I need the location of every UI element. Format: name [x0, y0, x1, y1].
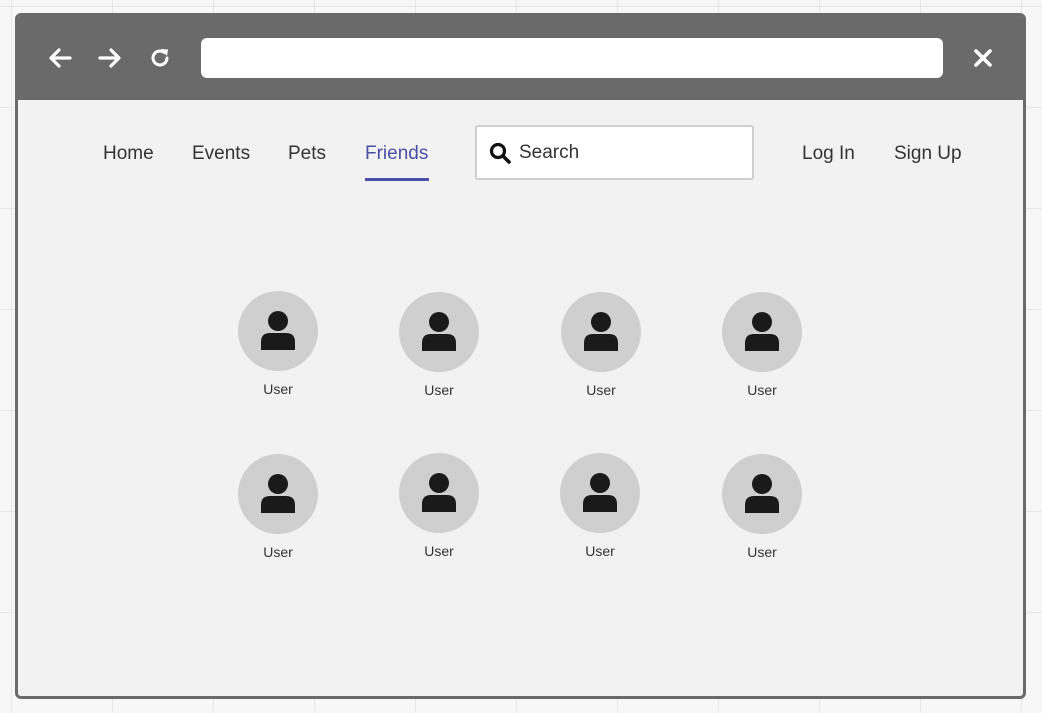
avatar — [561, 292, 641, 372]
arrow-left-icon — [49, 48, 72, 68]
avatar — [238, 291, 318, 371]
user-card[interactable]: User — [218, 454, 338, 574]
signup-link[interactable]: Sign Up — [894, 143, 962, 165]
user-card[interactable]: User — [702, 454, 822, 574]
user-label: User — [747, 382, 777, 398]
user-icon — [745, 474, 779, 513]
close-button[interactable] — [968, 43, 998, 73]
user-label: User — [424, 382, 454, 398]
user-icon — [261, 311, 295, 350]
search-input[interactable] — [519, 136, 739, 170]
user-card[interactable]: User — [541, 292, 661, 412]
reload-icon — [151, 49, 169, 67]
active-tab-indicator — [365, 178, 429, 181]
user-card[interactable]: User — [702, 292, 822, 412]
close-icon — [974, 49, 992, 67]
user-label: User — [263, 381, 293, 397]
nav-friends[interactable]: Friends — [365, 143, 428, 165]
avatar — [560, 453, 640, 533]
search-box[interactable] — [475, 125, 754, 180]
address-bar[interactable] — [201, 38, 943, 78]
avatar — [722, 454, 802, 534]
back-button[interactable] — [45, 43, 75, 73]
nav-home[interactable]: Home — [103, 143, 154, 165]
user-icon — [583, 473, 617, 512]
user-label: User — [424, 543, 454, 559]
user-label: User — [585, 543, 615, 559]
nav-events[interactable]: Events — [192, 143, 250, 165]
user-label: User — [263, 544, 293, 560]
browser-toolbar — [18, 16, 1023, 100]
user-icon — [261, 474, 295, 513]
avatar — [238, 454, 318, 534]
reload-button[interactable] — [145, 43, 175, 73]
user-card[interactable]: User — [540, 453, 660, 573]
nav-pets[interactable]: Pets — [288, 143, 326, 165]
browser-window: Home Events Pets Friends Log In Sign Up … — [15, 13, 1026, 699]
user-icon — [422, 312, 456, 351]
avatar — [722, 292, 802, 372]
user-label: User — [586, 382, 616, 398]
avatar — [399, 292, 479, 372]
arrow-right-icon — [98, 48, 121, 68]
search-icon — [489, 142, 511, 164]
user-icon — [745, 312, 779, 351]
user-label: User — [747, 544, 777, 560]
user-card[interactable]: User — [218, 291, 338, 411]
login-link[interactable]: Log In — [802, 143, 855, 165]
user-icon — [422, 473, 456, 512]
user-card[interactable]: User — [379, 292, 499, 412]
user-icon — [584, 312, 618, 351]
avatar — [399, 453, 479, 533]
forward-button[interactable] — [95, 43, 125, 73]
user-card[interactable]: User — [379, 453, 499, 573]
